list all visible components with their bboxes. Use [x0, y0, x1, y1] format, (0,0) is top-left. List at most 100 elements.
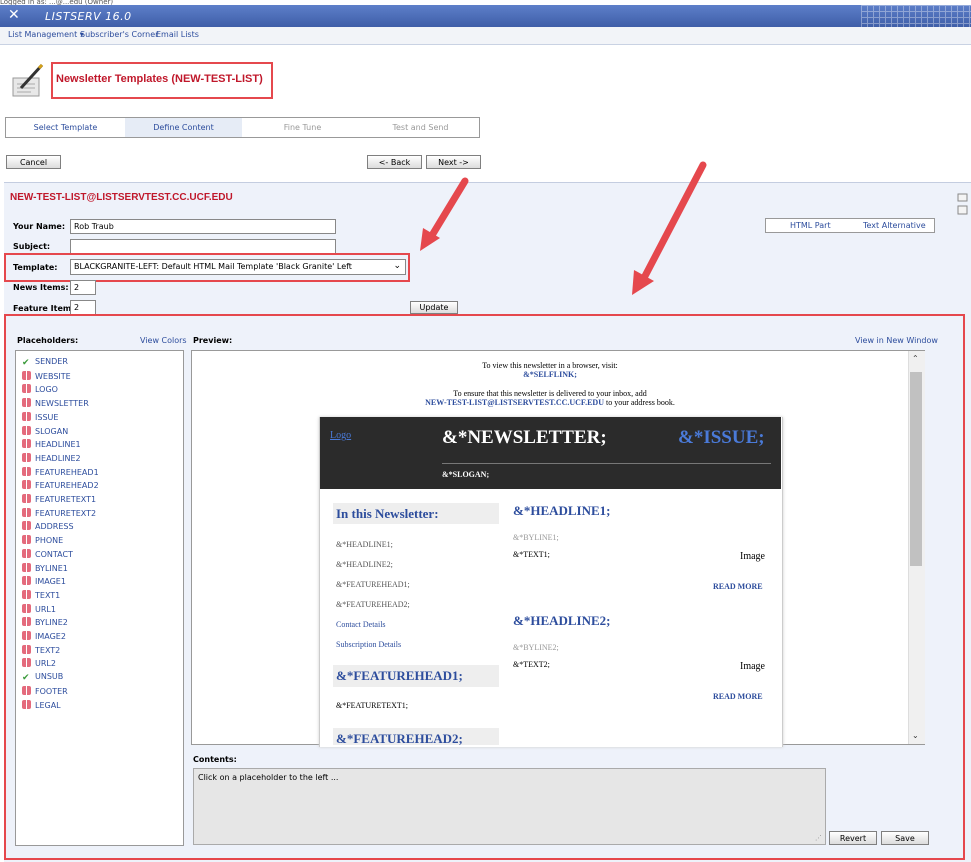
placeholder-label: LEGAL	[35, 700, 61, 710]
placeholder-label: FOOTER	[35, 686, 68, 696]
placeholder-icon	[22, 631, 31, 640]
placeholder-icon	[22, 425, 31, 435]
headline1: &*HEADLINE1;	[513, 503, 611, 518]
main-menu: List Management ▾ Subscriber's Corner Em…	[0, 27, 971, 45]
placeholder-item[interactable]: HEADLINE2	[22, 452, 81, 465]
contents-textarea[interactable]: Click on a placeholder to the left ...	[193, 768, 826, 845]
next-button[interactable]: Next ->	[426, 155, 481, 169]
wizard-step-fine-tune: Fine Tune	[283, 123, 322, 132]
placeholder-label: FEATUREHEAD1	[35, 467, 99, 477]
placeholder-item[interactable]: IMAGE2	[22, 631, 66, 643]
page-tools-icon[interactable]	[955, 191, 969, 217]
placeholder-item[interactable]: LEGAL	[22, 699, 61, 712]
placeholder-label: URL1	[35, 604, 56, 614]
placeholder-label: ADDRESS	[35, 522, 74, 532]
placeholder-label: ISSUE	[35, 412, 59, 422]
read-more-2-link[interactable]: READ MORE	[713, 692, 763, 701]
save-button[interactable]: Save	[881, 831, 929, 845]
placeholder-label: HEADLINE1	[35, 440, 81, 450]
update-button[interactable]: Update	[410, 301, 458, 314]
toc-featurehead1[interactable]: &*FEATUREHEAD1;	[336, 580, 410, 589]
toc-featurehead2[interactable]: &*FEATUREHEAD2;	[336, 600, 410, 609]
subject-field[interactable]	[70, 239, 336, 254]
template-select[interactable]: BLACKGRANITE-LEFT: Default HTML Mail Tem…	[70, 259, 406, 275]
placeholder-item[interactable]: CONTACT	[22, 548, 73, 561]
toc-headline1[interactable]: &*HEADLINE1;	[336, 540, 393, 549]
placeholder-item[interactable]: HEADLINE1	[22, 439, 81, 451]
placeholder-item[interactable]: FEATURETEXT1	[22, 494, 96, 506]
placeholder-item[interactable]: BYLINE1	[22, 562, 68, 575]
placeholder-item[interactable]: LOGO	[22, 384, 58, 396]
wizard-step-define-content: Define Content	[125, 118, 242, 137]
news-items-field[interactable]: 2	[70, 280, 96, 295]
read-more-1-link[interactable]: READ MORE	[713, 582, 763, 591]
placeholder-item[interactable]: TEXT2	[22, 644, 60, 657]
back-button[interactable]: <- Back	[367, 155, 422, 169]
contents-label: Contents:	[193, 755, 237, 764]
placeholder-icon	[22, 644, 31, 654]
placeholder-item[interactable]: ✔ UNSUB	[22, 672, 63, 684]
placeholder-item[interactable]: BYLINE2	[22, 617, 68, 629]
placeholder-item[interactable]: FOOTER	[22, 685, 68, 698]
banner-decoration	[861, 5, 971, 27]
menu-list-management[interactable]: List Management ▾	[8, 30, 84, 39]
placeholder-item[interactable]: ADDRESS	[22, 521, 74, 533]
preview-inbox-line: To ensure that this newsletter is delive…	[453, 389, 647, 398]
your-name-field[interactable]: Rob Traub	[70, 219, 336, 234]
placeholder-item[interactable]: PHONE	[22, 535, 63, 547]
placeholder-item[interactable]: ISSUE	[22, 411, 59, 424]
placeholder-icon	[22, 494, 31, 503]
placeholder-label: CONTACT	[35, 549, 73, 559]
placeholder-label: SLOGAN	[35, 426, 69, 436]
placeholder-item[interactable]: TEXT1	[22, 589, 60, 602]
scroll-up-icon[interactable]: ⌃	[912, 354, 919, 363]
toc-contact-details[interactable]: Contact Details	[336, 620, 386, 629]
view-colors-link[interactable]: View Colors	[140, 336, 187, 345]
placeholder-item[interactable]: SLOGAN	[22, 425, 69, 438]
text2: &*TEXT2;	[513, 660, 550, 669]
placeholder-item[interactable]: WEBSITE	[22, 370, 71, 383]
placeholder-item[interactable]: FEATUREHEAD1	[22, 466, 99, 479]
menu-email-lists[interactable]: Email Lists	[156, 30, 199, 39]
feature-items-field[interactable]: 2	[70, 300, 96, 315]
placeholder-item[interactable]: FEATURETEXT2	[22, 507, 96, 520]
placeholder-label: UNSUB	[35, 672, 64, 682]
newsletter-logo[interactable]: Logo	[330, 430, 351, 441]
placeholder-icon	[22, 603, 31, 613]
view-in-new-window-link[interactable]: View in New Window	[855, 336, 938, 345]
cancel-button[interactable]: Cancel	[6, 155, 61, 169]
wizard-step-select-template[interactable]: Select Template	[7, 118, 124, 137]
resize-handle-icon[interactable]: ⋰	[815, 834, 822, 842]
toc-subscription-details[interactable]: Subscription Details	[336, 640, 401, 649]
placeholder-item[interactable]: URL2	[22, 658, 56, 670]
placeholder-icon	[22, 617, 31, 627]
toc-headline2[interactable]: &*HEADLINE2;	[336, 560, 393, 569]
placeholder-item[interactable]: IMAGE1	[22, 576, 66, 588]
scroll-down-icon[interactable]: ⌄	[912, 731, 919, 740]
menu-subscribers-corner[interactable]: Subscriber's Corner	[80, 30, 158, 39]
preview-address-suffix: to your address book.	[603, 398, 675, 407]
template-label: Template:	[13, 263, 58, 272]
placeholder-item[interactable]: NEWSLETTER	[22, 398, 89, 410]
checkmark-icon: ✔	[22, 673, 30, 684]
revert-button[interactable]: Revert	[829, 831, 877, 845]
placeholder-icon	[22, 507, 31, 517]
featurehead2-heading: &*FEATUREHEAD2;	[333, 728, 499, 745]
placeholder-icon	[22, 466, 31, 476]
placeholder-icon	[22, 452, 31, 462]
placeholder-label: SENDER	[35, 357, 68, 366]
text-alternative-tab[interactable]: Text Alternative	[863, 221, 926, 230]
wizard-step-test-and-send: Test and Send	[392, 123, 449, 132]
placeholder-label: FEATURETEXT1	[35, 495, 97, 504]
list-address: NEW-TEST-LIST@LISTSERVTEST.CC.UCF.EDU	[10, 192, 233, 203]
placeholder-item[interactable]: FEATUREHEAD2	[22, 480, 99, 492]
placeholder-item[interactable]: ✔ SENDER	[22, 357, 68, 369]
preview-scroll-thumb[interactable]	[910, 372, 922, 566]
preview-selflink[interactable]: &*SELFLINK;	[319, 370, 781, 379]
html-part-tab[interactable]: HTML Part	[790, 221, 831, 230]
preview-address: NEW-TEST-LIST@LISTSERVTEST.CC.UCF.EDU	[425, 398, 604, 407]
placeholder-item[interactable]: URL1	[22, 603, 56, 616]
placeholder-label: HEADLINE2	[35, 453, 81, 463]
placeholder-label: FEATUREHEAD2	[35, 481, 99, 491]
newsletter-title: &*NEWSLETTER;	[442, 427, 607, 448]
